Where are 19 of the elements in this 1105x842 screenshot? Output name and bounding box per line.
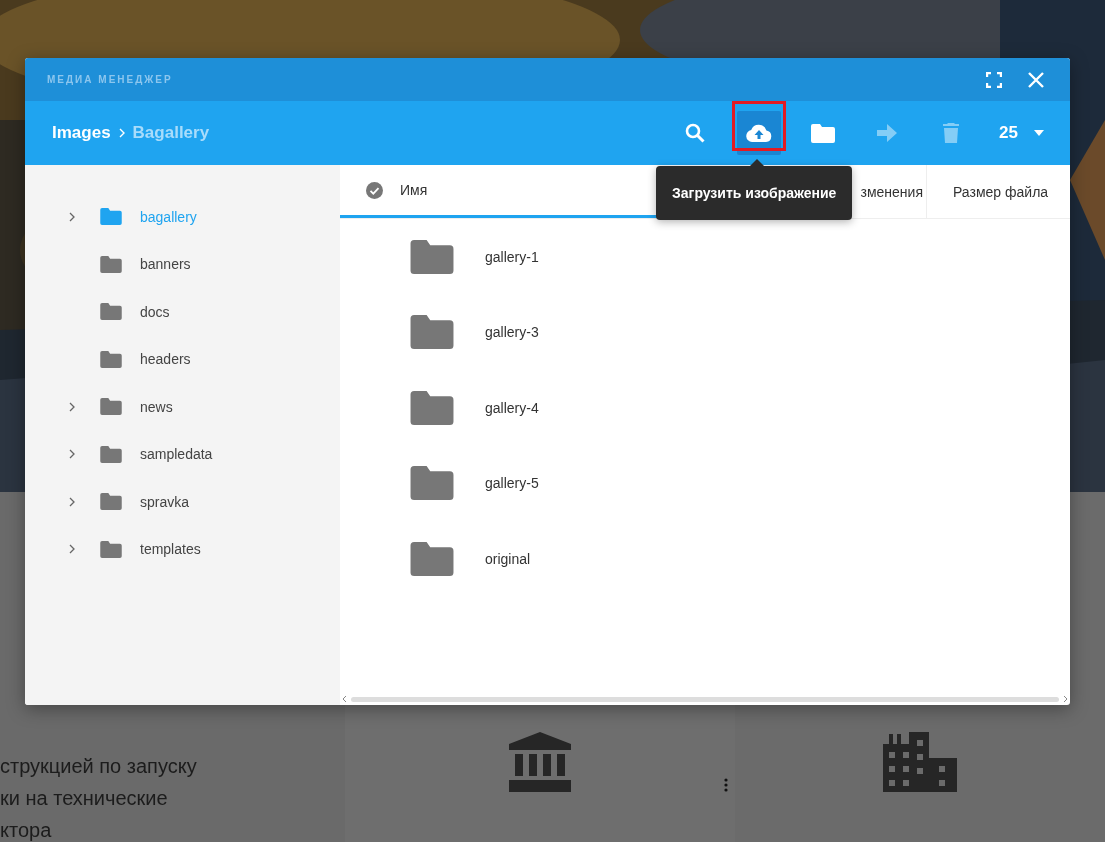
tree-item[interactable]: spravka xyxy=(25,478,340,526)
dialog-title: МЕДИА МЕНЕДЖЕР xyxy=(47,74,174,85)
paragraph-line: ктора xyxy=(0,818,53,842)
column-header[interactable]: Размер файла xyxy=(953,183,1049,200)
folder-row[interactable]: gallery-5 xyxy=(340,445,1070,521)
tree-item[interactable]: news xyxy=(25,383,340,431)
paragraph-line: ки на технические xyxy=(0,786,169,811)
tree-item[interactable]: templates xyxy=(25,525,340,573)
tree-item[interactable]: headers xyxy=(25,335,340,383)
tree-item[interactable]: docs xyxy=(25,288,340,336)
column-header[interactable]: зменения xyxy=(860,183,923,200)
folder-row[interactable]: original xyxy=(340,521,1070,597)
paragraph-line: струкцией по запуску xyxy=(0,754,198,779)
tree-item[interactable]: sampledata xyxy=(25,430,340,478)
folder-row[interactable]: gallery-3 xyxy=(340,294,1070,370)
tree-item[interactable]: banners xyxy=(25,240,340,288)
folder-row[interactable]: gallery-4 xyxy=(340,370,1070,446)
column-header[interactable]: Имя xyxy=(400,182,428,198)
folder-row[interactable]: gallery-1 xyxy=(340,219,1070,295)
